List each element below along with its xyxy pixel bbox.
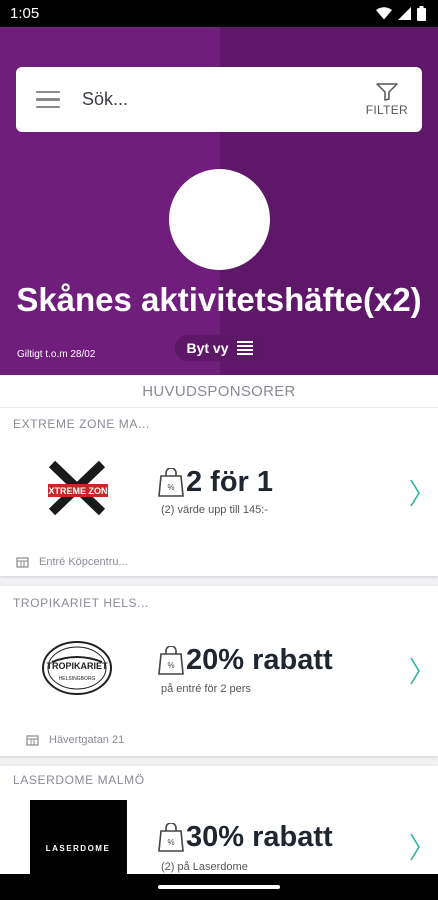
extreme-zone-logo: EXTREME ZONE [30, 458, 126, 523]
offer-card[interactable]: TROPIKARIET HELS... TROPIKARIET HELSINGB… [0, 586, 438, 756]
status-time: 1:05 [10, 5, 40, 22]
svg-text:%: % [167, 483, 174, 492]
offer-headline: % 2 för 1 [158, 466, 273, 499]
offer-detail: (2) på Laserdome [161, 861, 248, 873]
list-view-icon [236, 341, 253, 355]
valid-until: Giltigt t.o.m 28/02 [17, 349, 96, 360]
building-icon [16, 557, 29, 568]
offer-address-text: Hävertgatan 21 [49, 734, 125, 746]
building-icon [26, 735, 39, 746]
offer-detail: på entré för 2 pers [161, 683, 251, 695]
offer-detail: (2) värde upp till 145:- [161, 504, 268, 516]
filter-button[interactable]: FILTER [365, 82, 408, 117]
svg-text:%: % [167, 838, 174, 847]
tropikariet-logo: TROPIKARIET HELSINGBORG [40, 638, 114, 703]
shopping-bag-icon: % [158, 645, 184, 675]
offer-card-name: LASERDOME MALMÖ [13, 773, 145, 787]
offer-address: Entré Köpcentru... [16, 556, 128, 568]
offer-title: 30% rabatt [186, 821, 333, 853]
booklet-title: Skånes aktivitetshäfte(x2) [16, 281, 422, 318]
menu-icon[interactable] [36, 90, 60, 109]
search-input[interactable]: Sök... [82, 89, 366, 110]
home-gesture-handle[interactable] [158, 885, 280, 889]
offer-address: Hävertgatan 21 [26, 734, 124, 746]
offer-card-name: EXTREME ZONE MA... [13, 417, 150, 431]
wifi-icon [376, 7, 392, 20]
chevron-right-icon[interactable] [409, 656, 421, 686]
section-title: HUVUDSPONSORER [0, 375, 438, 407]
status-icons [376, 6, 426, 21]
booklet-header: Sök... FILTER Skånes aktivitetshäfte(x2)… [0, 27, 438, 375]
extreme-zone-logo-text: EXTREME ZONE [42, 486, 113, 496]
offer-card[interactable]: EXTREME ZONE MA... EXTREME ZONE % 2 för … [0, 408, 438, 576]
navigation-bar [0, 874, 438, 900]
switch-view-label: Byt vy [186, 340, 229, 356]
svg-text:%: % [167, 661, 174, 670]
offer-title: 2 för 1 [186, 466, 274, 498]
status-bar: 1:05 [0, 0, 438, 27]
offer-card[interactable]: LASERDOME MALMÖ LASERDOME % 30% rabatt (… [0, 766, 438, 874]
filter-label: FILTER [365, 102, 408, 117]
offer-title: 20% rabatt [186, 644, 333, 676]
signal-icon [398, 7, 411, 20]
offer-headline: % 30% rabatt [158, 821, 333, 854]
offer-headline: % 20% rabatt [158, 644, 333, 677]
booklet-logo [169, 169, 270, 270]
chevron-right-icon[interactable] [409, 478, 421, 508]
filter-icon [376, 82, 398, 101]
tropikariet-logo-subtext: HELSINGBORG [59, 676, 96, 682]
search-bar[interactable]: Sök... FILTER [16, 67, 422, 132]
laserdome-logo-text: LASERDOME [46, 844, 111, 853]
offer-card-name: TROPIKARIET HELS... [13, 596, 149, 610]
laserdome-logo: LASERDOME [30, 800, 127, 879]
tropikariet-logo-text: TROPIKARIET [46, 661, 108, 671]
switch-view-button[interactable]: Byt vy [175, 335, 264, 361]
battery-icon [417, 6, 426, 21]
shopping-bag-icon: % [158, 822, 184, 852]
chevron-right-icon[interactable] [409, 832, 421, 862]
offer-address-text: Entré Köpcentru... [39, 556, 128, 568]
shopping-bag-icon: % [158, 467, 184, 497]
